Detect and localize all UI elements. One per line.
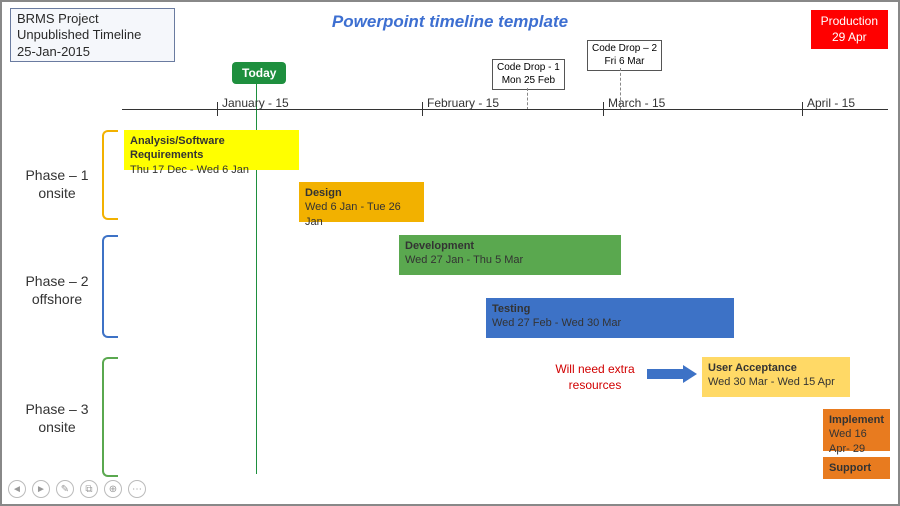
copy-icon[interactable]: ⧉ [80, 480, 98, 498]
project-date: 25-Jan-2015 [17, 44, 168, 60]
tick-jan [217, 102, 218, 116]
phase-2-label: Phase – 2 offshore [17, 272, 97, 308]
month-jan: January - 15 [222, 96, 289, 110]
bar-testing: Testing Wed 27 Feb - Wed 30 Mar [486, 298, 734, 338]
callout-code-drop-2: Code Drop – 2 Fri 6 Mar [587, 40, 662, 71]
edit-icon[interactable]: ✎ [56, 480, 74, 498]
page-title: Powerpoint timeline template [2, 12, 898, 32]
callout-line-1 [527, 88, 528, 110]
bar-implement: Implement Wed 16 Apr- 29 Apr [823, 409, 890, 451]
production-badge: Production 29 Apr [811, 10, 888, 49]
prev-icon[interactable]: ◄ [8, 480, 26, 498]
production-date: 29 Apr [821, 30, 878, 46]
zoom-icon[interactable]: ⊕ [104, 480, 122, 498]
month-apr: April - 15 [807, 96, 855, 110]
today-marker: Today [232, 62, 286, 84]
month-feb: February - 15 [427, 96, 499, 110]
footer-toolbar: ◄ ► ✎ ⧉ ⊕ ⋯ [8, 480, 146, 498]
month-mar: March - 15 [608, 96, 665, 110]
phase-2-bracket [102, 235, 118, 338]
arrow-icon [647, 365, 697, 383]
phase-1-label: Phase – 1 onsite [17, 166, 97, 202]
production-label: Production [821, 14, 878, 30]
resource-note: Will need extra resources [545, 362, 645, 393]
bar-analysis: Analysis/Software Requirements Thu 17 De… [124, 130, 299, 170]
tick-apr [802, 102, 803, 116]
bar-design: Design Wed 6 Jan - Tue 26 Jan [299, 182, 424, 222]
next-icon[interactable]: ► [32, 480, 50, 498]
tick-mar [603, 102, 604, 116]
phase-3-label: Phase – 3 onsite [17, 400, 97, 436]
phase-3-bracket [102, 357, 118, 477]
bar-user-acceptance: User Acceptance Wed 30 Mar - Wed 15 Apr [702, 357, 850, 397]
tick-feb [422, 102, 423, 116]
phase-1-bracket [102, 130, 118, 220]
more-icon[interactable]: ⋯ [128, 480, 146, 498]
bar-development: Development Wed 27 Jan - Thu 5 Mar [399, 235, 621, 275]
callout-code-drop-1: Code Drop - 1 Mon 25 Feb [492, 59, 565, 90]
bar-support: Support [823, 457, 890, 479]
